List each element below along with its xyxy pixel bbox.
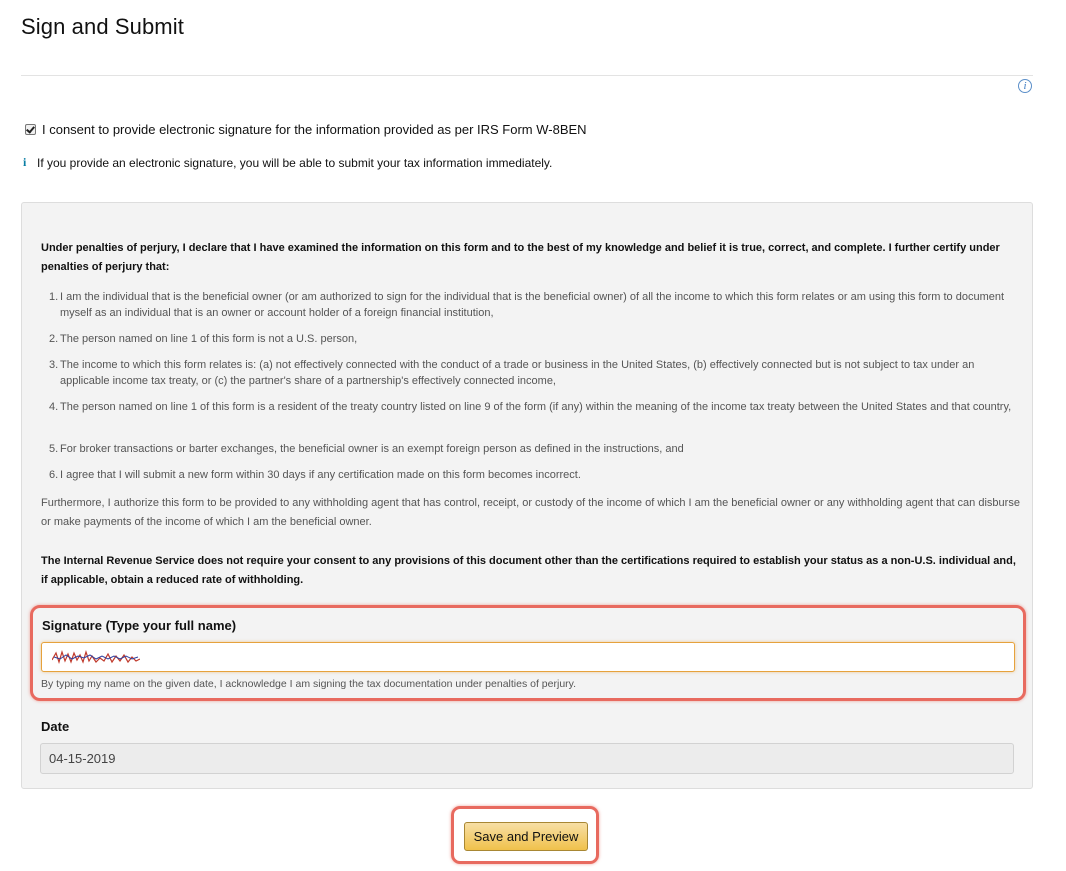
signature-input[interactable] — [41, 642, 1015, 672]
certification-item: 2. The person named on line 1 of this for… — [41, 331, 1013, 357]
save-preview-highlight: Save and Preview — [451, 806, 599, 864]
certification-item: 5. For broker transactions or barter exch… — [41, 441, 1013, 467]
signature-scribble — [52, 650, 140, 664]
certification-item: 6. I agree that I will submit a new form … — [41, 467, 1013, 493]
consent-checkbox[interactable] — [25, 124, 36, 135]
item-number: 5. — [49, 443, 59, 455]
certification-heading: Under penalties of perjury, I declare th… — [41, 242, 1000, 273]
item-text: For broker transactions or barter exchan… — [60, 443, 684, 455]
info-i-icon: i — [23, 155, 27, 169]
item-text: The person named on line 1 of this form … — [60, 333, 358, 345]
signature-hint: By typing my name on the given date, I a… — [41, 678, 577, 690]
certification-item: 4. The person named on line 1 of this for… — [41, 399, 1013, 441]
info-icon[interactable]: i — [1018, 79, 1032, 93]
item-number: 3. — [49, 359, 59, 371]
irs-consent-note: The Internal Revenue Service does not re… — [41, 555, 1016, 586]
certification-item: 1. I am the individual that is the benefi… — [41, 289, 1013, 331]
date-field[interactable] — [40, 743, 1014, 774]
page-title: Sign and Submit — [21, 14, 184, 39]
furthermore-text: Furthermore, I authorize this form to be… — [41, 497, 1020, 528]
item-text: The person named on line 1 of this form … — [60, 401, 1012, 413]
item-number: 1. — [49, 291, 59, 303]
certification-list: 1. I am the individual that is the benefi… — [41, 289, 1013, 493]
consent-row[interactable]: I consent to provide electronic signatur… — [25, 122, 587, 137]
item-text: The income to which this form relates is… — [60, 359, 975, 387]
sign-and-submit-page: Sign and Submit i I consent to provide e… — [0, 0, 1066, 871]
signature-section: Signature (Type your full name) By typin… — [30, 605, 1026, 701]
save-and-preview-button[interactable]: Save and Preview — [464, 822, 588, 851]
certification-item: 3. The income to which this form relates … — [41, 357, 1013, 399]
electronic-signature-note: i If you provide an electronic signature… — [23, 155, 552, 170]
note-text: If you provide an electronic signature, … — [37, 155, 553, 170]
item-text: I am the individual that is the benefici… — [60, 291, 1005, 319]
date-label: Date — [41, 719, 70, 734]
consent-label[interactable]: I consent to provide electronic signatur… — [42, 122, 587, 137]
item-number: 6. — [49, 469, 59, 481]
title-divider — [21, 75, 1033, 76]
item-number: 4. — [49, 401, 59, 413]
item-text: I agree that I will submit a new form wi… — [60, 469, 581, 481]
item-number: 2. — [49, 333, 59, 345]
signature-label: Signature (Type your full name) — [42, 618, 237, 633]
certification-panel: Under penalties of perjury, I declare th… — [21, 202, 1033, 789]
